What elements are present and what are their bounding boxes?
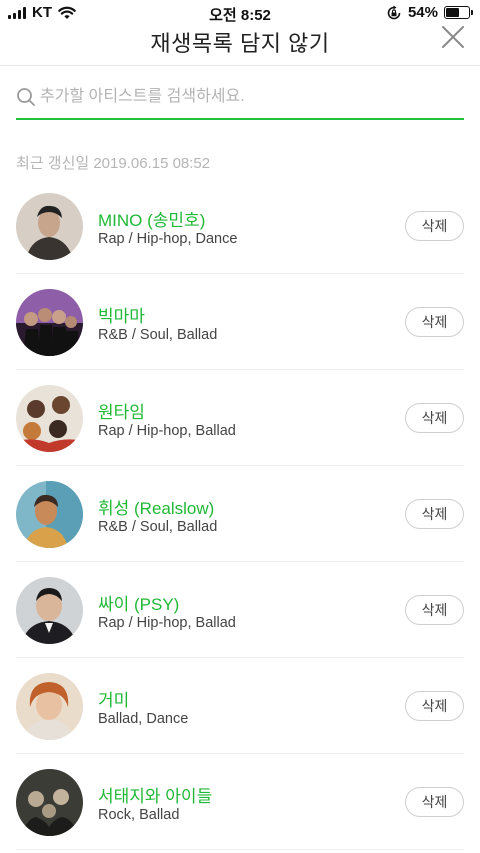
avatar xyxy=(16,481,83,548)
search-bar xyxy=(16,80,464,120)
delete-button[interactable]: 삭제 xyxy=(405,211,464,241)
artist-name[interactable]: 원타임 xyxy=(98,398,145,423)
avatar xyxy=(16,577,83,644)
artist-name[interactable]: MINO (송민호) xyxy=(98,206,205,231)
list-item[interactable]: 서태지와 아이들 Rock, Ballad 삭제 xyxy=(0,754,480,850)
artist-genre: Rap / Hip-hop, Ballad xyxy=(98,615,236,631)
list-item[interactable]: 원타임 Rap / Hip-hop, Ballad 삭제 xyxy=(0,370,480,466)
delete-button[interactable]: 삭제 xyxy=(405,595,464,625)
artist-genre: Ballad, Dance xyxy=(98,711,189,727)
avatar xyxy=(16,673,83,740)
avatar xyxy=(16,769,83,836)
last-updated-text: 최근 갱신일 2019.06.15 08:52 xyxy=(16,155,211,172)
artist-name[interactable]: 거미 xyxy=(98,686,129,711)
artist-name[interactable]: 싸이 (PSY) xyxy=(98,590,179,615)
header: 재생목록 담지 않기 xyxy=(0,24,480,66)
avatar xyxy=(16,385,83,452)
battery-icon xyxy=(444,6,473,19)
artist-genre: R&B / Soul, Ballad xyxy=(98,327,218,343)
battery-percent: 54% xyxy=(407,4,438,21)
list-item[interactable]: 빅마마 R&B / Soul, Ballad 삭제 xyxy=(0,274,480,370)
list-item[interactable]: MINO (송민호) Rap / Hip-hop, Dance 삭제 xyxy=(0,178,480,274)
status-bar: KT 오전 8:52 54% xyxy=(0,0,480,24)
close-button[interactable] xyxy=(440,24,466,50)
delete-button[interactable]: 삭제 xyxy=(405,499,464,529)
artist-genre: Rap / Hip-hop, Dance xyxy=(98,231,238,247)
artist-name[interactable]: 휘성 (Realslow) xyxy=(98,494,214,519)
search-input[interactable] xyxy=(40,84,460,110)
avatar xyxy=(16,193,83,260)
artist-genre: Rock, Ballad xyxy=(98,807,180,823)
artist-list: MINO (송민호) Rap / Hip-hop, Dance 삭제 빅마마 R… xyxy=(0,178,480,850)
list-item[interactable]: 싸이 (PSY) Rap / Hip-hop, Ballad 삭제 xyxy=(0,562,480,658)
close-icon xyxy=(442,26,464,48)
list-item[interactable]: 휘성 (Realslow) R&B / Soul, Ballad 삭제 xyxy=(0,466,480,562)
divider xyxy=(16,849,464,850)
search-icon xyxy=(17,88,35,106)
delete-button[interactable]: 삭제 xyxy=(405,691,464,721)
artist-genre: R&B / Soul, Ballad xyxy=(98,519,218,535)
list-item[interactable]: 거미 Ballad, Dance 삭제 xyxy=(0,658,480,754)
artist-name[interactable]: 서태지와 아이들 xyxy=(98,782,212,807)
delete-button[interactable]: 삭제 xyxy=(405,307,464,337)
status-right: 54% xyxy=(386,4,473,21)
artist-genre: Rap / Hip-hop, Ballad xyxy=(98,423,236,439)
delete-button[interactable]: 삭제 xyxy=(405,787,464,817)
rotation-lock-icon xyxy=(387,5,401,19)
artist-name[interactable]: 빅마마 xyxy=(98,302,145,327)
delete-button[interactable]: 삭제 xyxy=(405,403,464,433)
page-title: 재생목록 담지 않기 xyxy=(150,31,330,56)
avatar xyxy=(16,289,83,356)
